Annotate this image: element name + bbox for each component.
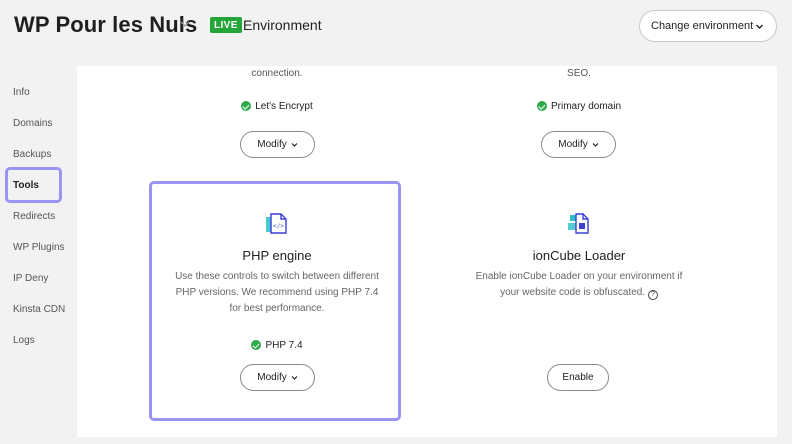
modify-label: Modify: [257, 139, 287, 150]
change-environment-button[interactable]: Change environment: [639, 10, 777, 42]
domain-modify-button[interactable]: Modify: [541, 131, 616, 158]
sidebar-item-kinsta-cdn[interactable]: Kinsta CDN: [13, 304, 65, 315]
chevron-down-icon: [592, 143, 599, 147]
tools-highlight-frame: [5, 167, 62, 203]
ssl-card: connection. Let's Encrypt: [157, 68, 397, 116]
ioncube-icon: [568, 213, 589, 234]
sidebar-item-info[interactable]: Info: [13, 87, 30, 98]
site-title: WP Pour les Nuls: [14, 12, 198, 37]
ioncube-card: ionCube Loader Enable ionCube Loader on …: [459, 212, 699, 301]
chevron-down-icon: [291, 143, 298, 147]
sidebar-item-logs[interactable]: Logs: [13, 335, 35, 346]
domain-status: Primary domain: [536, 100, 622, 112]
modify-label: Modify: [558, 139, 588, 150]
ioncube-title: ionCube Loader: [532, 248, 626, 263]
chevron-down-icon: [756, 24, 763, 29]
check-circle-icon: [536, 101, 547, 111]
check-circle-icon: [241, 101, 252, 111]
php-engine-highlight-frame: [149, 181, 401, 421]
help-icon[interactable]: ?: [647, 290, 658, 300]
domain-description: SEO.: [567, 68, 591, 79]
live-badge: LIVE: [210, 17, 242, 33]
sidebar-item-backups[interactable]: Backups: [13, 149, 51, 160]
sidebar-item-wp-plugins[interactable]: WP Plugins: [13, 242, 65, 253]
sidebar-item-domains[interactable]: Domains: [13, 118, 52, 129]
sidebar-item-redirects[interactable]: Redirects: [13, 211, 55, 222]
change-environment-label: Change environment: [651, 20, 754, 32]
sidebar-item-ip-deny[interactable]: IP Deny: [13, 273, 48, 284]
domain-card: SEO. Primary domain: [459, 68, 699, 116]
ssl-modify-button[interactable]: Modify: [240, 131, 315, 158]
ioncube-description: Enable ionCube Loader on your environmen…: [475, 271, 683, 300]
chevron-down-icon[interactable]: [178, 17, 192, 31]
ssl-description: connection.: [251, 68, 303, 79]
environment-label: Environment: [243, 17, 322, 33]
enable-label: Enable: [562, 372, 594, 383]
ssl-status: Let's Encrypt: [241, 101, 313, 112]
ssl-status-label: Let's Encrypt: [255, 100, 313, 112]
header: WP Pour les Nuls LIVE Environment Change…: [0, 0, 792, 56]
ioncube-enable-button[interactable]: Enable: [547, 364, 609, 391]
domain-status-label: Primary domain: [550, 100, 622, 112]
